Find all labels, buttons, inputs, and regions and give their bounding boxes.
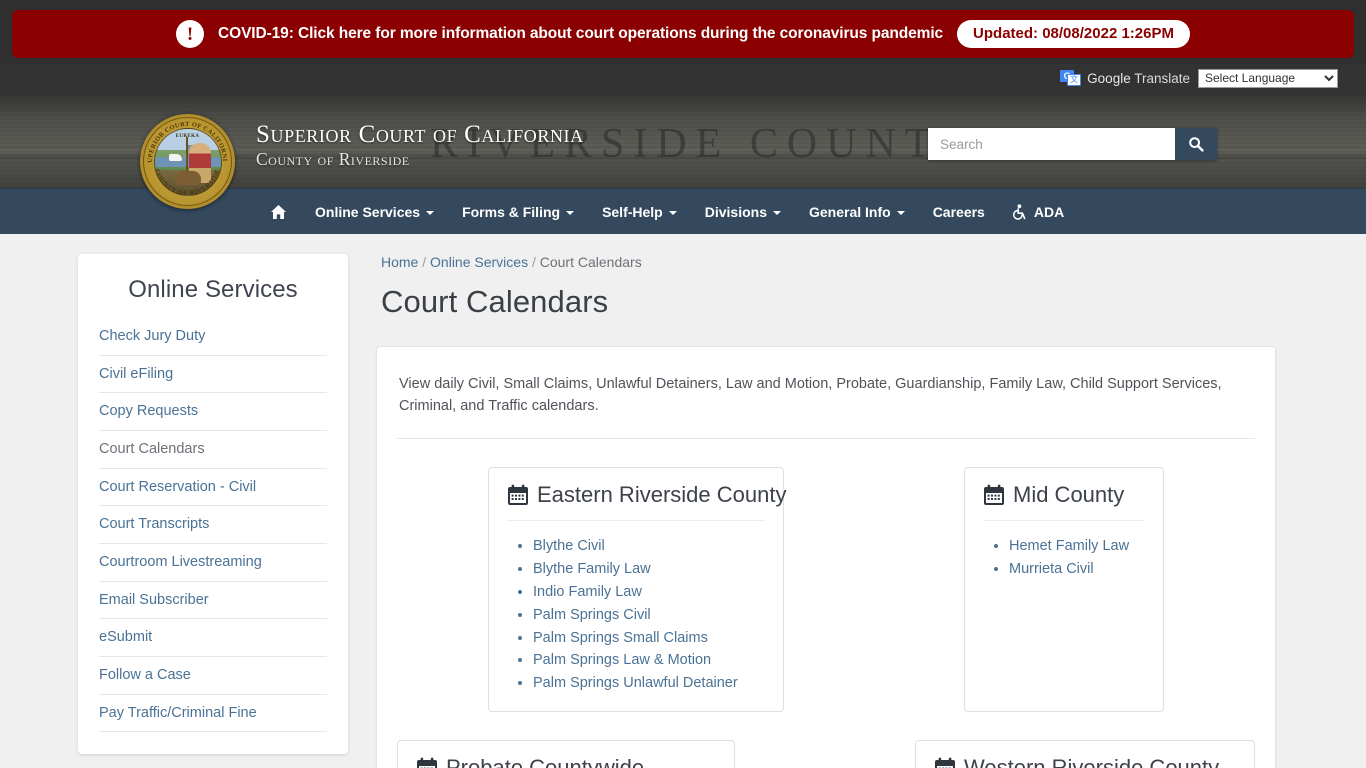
sidebar-item-courtroom-livestreaming[interactable]: Courtroom Livestreaming (99, 544, 327, 582)
list-item[interactable]: Indio Family Law (533, 581, 765, 604)
nav-item-careers[interactable]: Careers (919, 189, 999, 235)
alert-banner-container: ! COVID-19: Click here for more informat… (0, 0, 1366, 64)
sidebar-item-email-subscriber[interactable]: Email Subscriber (99, 582, 327, 620)
calendar-icon (417, 757, 437, 768)
card-header: Eastern Riverside County (507, 482, 786, 521)
card-title: Mid County (1013, 481, 1125, 507)
sidebar-item-court-transcripts[interactable]: Court Transcripts (99, 506, 327, 545)
breadcrumb-separator: / (528, 254, 540, 270)
nav-label: ADA (1033, 203, 1065, 220)
nav-item-forms-filing[interactable]: Forms & Filing (448, 189, 588, 235)
card-western-riverside-county: Western Riverside County (915, 740, 1255, 768)
card-link-list: Blythe Civil Blythe Family Law Indio Fam… (507, 535, 765, 695)
language-select[interactable]: Select Language (1198, 68, 1338, 88)
card-probate-countywide: Probate Countywide (397, 740, 735, 768)
svg-text:COUNTY OF RIVERSIDE: COUNTY OF RIVERSIDE (153, 168, 222, 197)
nav-label: Forms & Filing (462, 203, 561, 220)
nav-item-home[interactable] (256, 189, 301, 235)
breadcrumb-current: Court Calendars (539, 254, 642, 270)
sidebar-title: Online Services (128, 276, 298, 303)
card-header: Mid County (983, 482, 1145, 521)
list-item[interactable]: Palm Springs Unlawful Detainer (533, 672, 765, 695)
list-item[interactable]: Blythe Civil (533, 535, 765, 558)
translate-strip: G文 Google Translate Select Language (0, 64, 1366, 92)
wheelchair-icon (1012, 203, 1026, 220)
list-item[interactable]: Palm Springs Law & Motion (533, 649, 765, 672)
nav-item-online-services[interactable]: Online Services (301, 189, 448, 235)
exclamation-icon: ! (176, 20, 205, 48)
page-body: Online Services Check Jury Duty Civil eF… (0, 234, 1366, 768)
nav-item-ada[interactable]: ADA (999, 189, 1078, 235)
calendar-icon (984, 484, 1004, 505)
site-subtitle: County of Riverside (256, 149, 410, 169)
masthead-titles: Superior Court of California County of R… (256, 122, 584, 169)
card-title: Western Riverside County (964, 755, 1220, 768)
breadcrumb-home[interactable]: Home (381, 254, 418, 270)
calendar-cards-grid: Eastern Riverside County Blythe Civil Bl… (397, 466, 1255, 768)
list-item[interactable]: Blythe Family Law (533, 558, 765, 581)
card-link-list: Hemet Family Law Murrieta Civil (983, 535, 1145, 581)
search-box (928, 128, 1217, 160)
translate-label: Translate (1130, 70, 1190, 86)
covid-updated-badge: Updated: 08/08/2022 1:26PM (957, 20, 1190, 48)
sidebar-item-esubmit[interactable]: eSubmit (99, 619, 327, 658)
search-button[interactable] (1175, 128, 1217, 160)
nav-label: Careers (932, 203, 985, 220)
nav-label: Divisions (704, 203, 767, 220)
court-calendars-panel: View daily Civil, Small Claims, Unlawful… (376, 346, 1276, 768)
chevron-down-icon (426, 210, 435, 215)
list-item[interactable]: Murrieta Civil (1009, 558, 1145, 581)
sidebar-item-pay-traffic-criminal-fine[interactable]: Pay Traffic/Criminal Fine (99, 695, 327, 733)
chevron-down-icon (773, 210, 781, 215)
sidebar-item-court-reservation-civil[interactable]: Court Reservation - Civil (99, 469, 327, 507)
card-title: Eastern Riverside County (537, 481, 787, 507)
sidebar-item-follow-a-case[interactable]: Follow a Case (99, 657, 327, 695)
nav-item-general-info[interactable]: General Info (795, 189, 919, 235)
breadcrumb-separator: / (418, 254, 431, 270)
page-title: Court Calendars (381, 284, 609, 319)
covid-alert-banner[interactable]: ! COVID-19: Click here for more informat… (12, 10, 1354, 58)
nav-item-divisions[interactable]: Divisions (691, 189, 795, 235)
list-item[interactable]: Hemet Family Law (1009, 535, 1145, 558)
search-input[interactable] (928, 128, 1175, 160)
site-title: Superior Court of California (256, 121, 584, 148)
chevron-down-icon (896, 210, 905, 215)
intro-text: View daily Civil, Small Claims, Unlawful… (399, 376, 1222, 415)
sidebar-item-civil-efiling[interactable]: Civil eFiling (99, 356, 327, 394)
breadcrumb: Home / Online Services / Court Calendars (376, 254, 1276, 270)
calendar-icon (508, 484, 528, 505)
card-header: Western Riverside County (934, 755, 1236, 768)
nav-label: General Info (809, 203, 891, 220)
sidebar-item-copy-requests[interactable]: Copy Requests (99, 393, 327, 432)
sidebar-item-court-calendars: Court Calendars (99, 431, 327, 469)
nav-label: Online Services (315, 203, 421, 220)
google-label: Google (1087, 70, 1131, 86)
svg-text:SUPERIOR COURT OF CALIFORNIA: SUPERIOR COURT OF CALIFORNIA (140, 114, 228, 163)
card-eastern-riverside-county: Eastern Riverside County Blythe Civil Bl… (488, 466, 786, 713)
covid-alert-message: COVID-19: Click here for more informatio… (218, 25, 944, 42)
search-icon (1189, 137, 1204, 152)
main-content: Home / Online Services / Court Calendars… (376, 254, 1276, 768)
sidebar-item-check-jury-duty[interactable]: Check Jury Duty (99, 318, 327, 356)
chevron-down-icon (668, 210, 677, 215)
google-translate-icon: G文 (1060, 69, 1082, 87)
breadcrumb-online-services[interactable]: Online Services (430, 254, 528, 270)
google-translate-logo: G文 Google Translate (1060, 69, 1190, 87)
card-title: Probate Countywide (446, 755, 645, 768)
card-header: Probate Countywide (416, 755, 716, 768)
seal-ring-text: SUPERIOR COURT OF CALIFORNIA COUNTY OF R… (140, 114, 228, 197)
nav-item-self-help[interactable]: Self-Help (588, 189, 691, 235)
card-mid-county: Mid County Hemet Family Law Murrieta Civ… (964, 466, 1164, 713)
panel-divider (397, 437, 1255, 439)
chevron-down-icon (566, 210, 575, 215)
online-services-sidebar: Online Services Check Jury Duty Civil eF… (78, 254, 348, 754)
home-icon (271, 204, 286, 219)
list-item[interactable]: Palm Springs Small Claims (533, 627, 765, 650)
court-seal-logo[interactable]: EUREKA SUPERIOR COURT OF CALIFORNIA COUN… (140, 114, 235, 209)
nav-label: Self-Help (602, 203, 663, 220)
list-item[interactable]: Palm Springs Civil (533, 604, 765, 627)
calendar-icon (935, 757, 955, 768)
